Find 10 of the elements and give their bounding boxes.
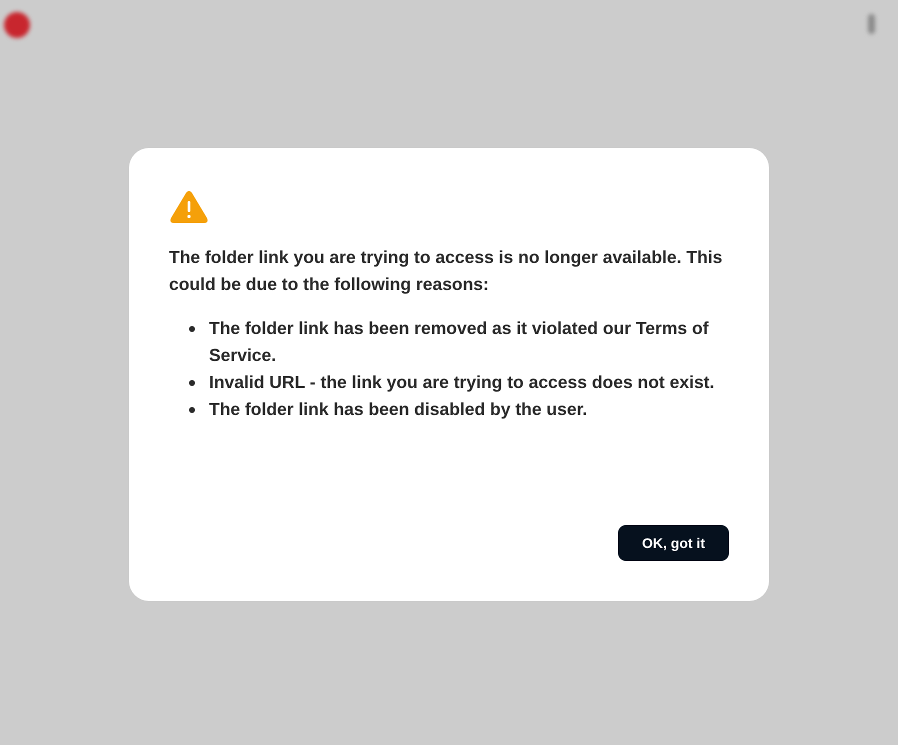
reason-text: The folder link has been removed as it violated our Terms of Service.: [209, 317, 710, 367]
logo-icon: [4, 12, 30, 38]
error-message: The folder link you are trying to access is no longer available. This could be due to the following reasons:: [169, 246, 724, 296]
bullet-icon: [189, 407, 195, 413]
reason-text: Invalid URL - the link you are trying to access does not exist.: [209, 371, 716, 394]
ok-button[interactable]: OK, got it: [618, 525, 729, 561]
warning-icon: [169, 190, 209, 224]
bullet-icon: [189, 380, 195, 386]
bullet-icon: [189, 326, 195, 332]
reason-text: The folder link has been disabled by the user.: [209, 398, 588, 421]
